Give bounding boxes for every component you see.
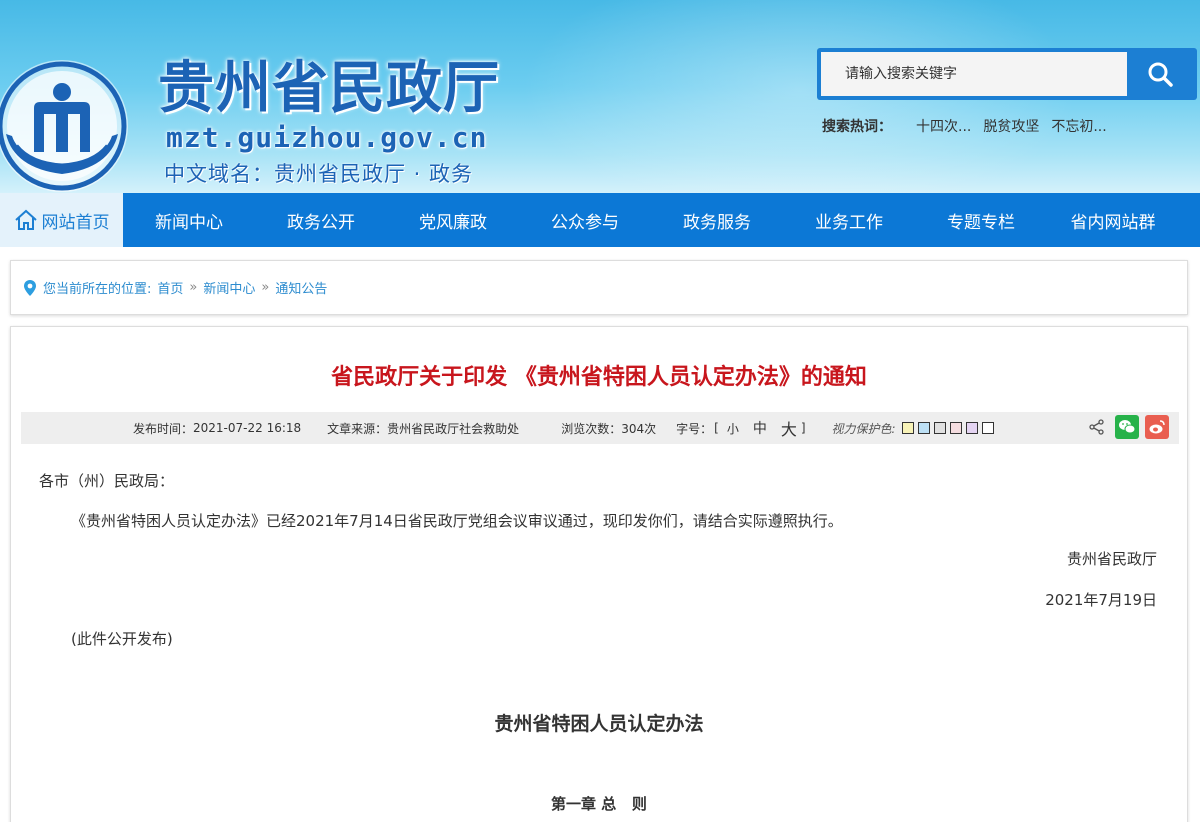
article-body: 《贵州省特困人员认定办法》已经2021年7月14日省民政厅党组会议审议通过，现印…	[71, 512, 843, 530]
site-cn-domain: 中文域名：贵州省民政厅 · 政务	[164, 162, 474, 186]
font-size-large[interactable]: 大	[781, 416, 797, 440]
search-icon	[1148, 62, 1173, 87]
article-title: 省民政厅关于印发 《贵州省特困人员认定办法》的通知	[331, 365, 867, 390]
article-date: 2021年7月19日	[1045, 591, 1157, 609]
eye-protect-label: 视力保护色:	[831, 421, 896, 436]
swatch-gray[interactable]	[933, 422, 946, 434]
hot-search-item[interactable]: 不忘初...	[1051, 116, 1106, 136]
swatch-blue[interactable]	[917, 422, 930, 434]
search-button[interactable]	[1127, 52, 1193, 96]
article-meta: 发布时间： 2021-07-22 16:18 文章来源： 贵州省民政厅社会救助处…	[21, 412, 1179, 444]
breadcrumb-separator: »	[261, 280, 270, 295]
civil-affairs-logo[interactable]	[0, 56, 138, 193]
chapter-heading: 第一章 总 则	[551, 795, 647, 813]
meta-time: 2021-07-22 16:18	[193, 421, 302, 435]
breadcrumb-prefix: 您当前所在的位置:	[43, 282, 152, 297]
search-box	[817, 48, 1197, 100]
breadcrumb-separator: »	[189, 280, 198, 295]
meta-source-label: 文章来源：	[327, 421, 388, 436]
site-header: 贵州省民政厅 mzt.guizhou.gov.cn 中文域名：贵州省民政厅 · …	[0, 0, 1200, 193]
site-title[interactable]: 贵州省民政厅	[158, 56, 500, 122]
hot-search: 搜索热词： 十四次... 脱贫攻坚 不忘初...	[822, 116, 1107, 136]
document-title: 贵州省特困人员认定办法	[494, 713, 704, 735]
hot-search-item[interactable]: 脱贫攻坚	[983, 116, 1039, 136]
article-signature: 贵州省民政厅	[1066, 550, 1157, 568]
location-pin-icon	[24, 279, 36, 296]
article-note: (此件公开发布)	[71, 630, 173, 648]
eye-protect-swatches	[901, 422, 994, 434]
wechat-icon[interactable]	[1115, 415, 1139, 439]
article: 省民政厅关于印发 《贵州省特困人员认定办法》的通知 发布时间： 2021-07-…	[10, 326, 1188, 822]
nav-item-party-integrity[interactable]: 党风廉政	[387, 193, 519, 247]
nav-home[interactable]: 网站首页	[0, 193, 123, 247]
home-icon	[14, 209, 37, 230]
meta-font-bracket: ]	[800, 421, 806, 435]
meta-source: 贵州省民政厅社会救助处	[387, 421, 520, 436]
nav-home-label: 网站首页	[41, 212, 110, 233]
meta-font-label: 字号：	[676, 421, 713, 436]
font-size-small[interactable]: 小	[727, 420, 739, 437]
share-icon[interactable]	[1085, 415, 1109, 439]
search-input[interactable]	[821, 52, 1127, 96]
weibo-icon[interactable]	[1145, 415, 1169, 439]
meta-time-label: 发布时间：	[133, 421, 194, 436]
nav-item-government-services[interactable]: 政务服务	[651, 193, 783, 247]
nav-item-provincial-sites[interactable]: 省内网站群	[1047, 193, 1179, 247]
site-domain: mzt.guizhou.gov.cn	[166, 121, 488, 154]
breadcrumb-news[interactable]: 新闻中心	[203, 278, 255, 297]
breadcrumb-notices[interactable]: 通知公告	[275, 278, 327, 297]
share-bar	[1085, 415, 1169, 439]
nav-item-business-work[interactable]: 业务工作	[783, 193, 915, 247]
meta-views: 304次	[621, 421, 657, 436]
swatch-white[interactable]	[981, 422, 994, 434]
swatch-purple[interactable]	[965, 422, 978, 434]
nav-item-government-affairs[interactable]: 政务公开	[255, 193, 387, 247]
meta-font-bracket: [	[714, 421, 719, 435]
hot-search-label: 搜索热词：	[822, 119, 892, 135]
swatch-yellow[interactable]	[901, 422, 914, 434]
breadcrumb-home[interactable]: 首页	[157, 278, 183, 297]
nav-item-special-topics[interactable]: 专题专栏	[915, 193, 1047, 247]
article-greeting: 各市（州）民政局：	[39, 472, 175, 490]
hot-search-item[interactable]: 十四次...	[916, 116, 971, 136]
nav-item-news[interactable]: 新闻中心	[123, 193, 255, 247]
swatch-pink[interactable]	[949, 422, 962, 434]
font-size-medium[interactable]: 中	[753, 418, 767, 438]
breadcrumb: 您当前所在的位置: 首页 » 新闻中心 » 通知公告	[10, 260, 1188, 315]
nav-item-public-participation[interactable]: 公众参与	[519, 193, 651, 247]
meta-views-label: 浏览次数：	[561, 421, 622, 436]
nav-items: 新闻中心 政务公开 党风廉政 公众参与 政务服务 业务工作 专题专栏 省内网站群	[123, 193, 1200, 247]
main-nav: 网站首页 新闻中心 政务公开 党风廉政 公众参与 政务服务 业务工作 专题专栏 …	[0, 193, 1200, 247]
